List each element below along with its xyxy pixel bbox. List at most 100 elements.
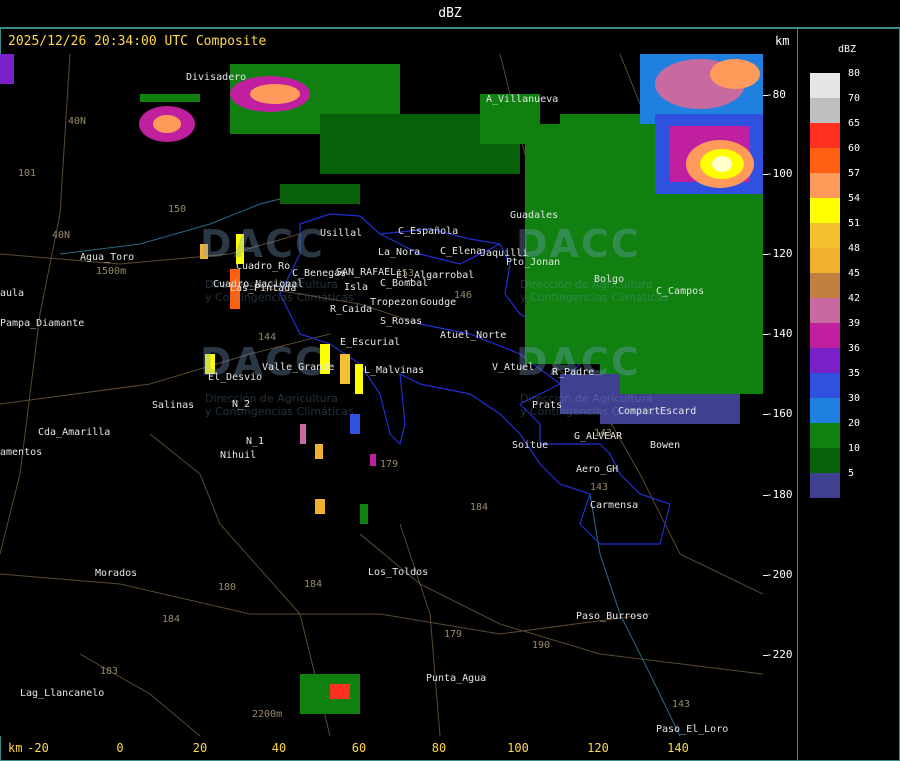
product-title: dBZ [438, 6, 462, 21]
legend-label: 70 [848, 93, 861, 104]
place-label: Divisadero [186, 72, 247, 83]
legend-title: dBZ [838, 44, 857, 55]
place-label: Agua_Toro [80, 252, 135, 263]
place-label: R_Caida [330, 304, 373, 315]
place-label: Valle_Grande [262, 362, 335, 373]
route-number-label: 143 [594, 428, 613, 439]
legend-label: 5 [848, 468, 855, 479]
x-tick-label: 60 [351, 741, 367, 755]
legend-label: 54 [848, 193, 861, 204]
radar-map[interactable]: DACC DACC DACC DACC Dirección de Agricul… [0, 54, 763, 736]
place-label: Las_Pintada [230, 283, 297, 294]
x-tick-label: 0 [116, 741, 124, 755]
x-tick-label: 20 [192, 741, 208, 755]
place-label: amentos [0, 447, 43, 458]
watermark-logo-1: DACC [200, 222, 325, 266]
place-label: Isla [344, 282, 369, 293]
legend-swatch [810, 73, 840, 98]
place-label: Carmensa [590, 500, 639, 511]
place-label: Paso_Burroso [576, 611, 649, 622]
x-tick-label: 100 [507, 741, 529, 755]
route-number-label: 150 [168, 204, 187, 215]
place-label: C_Española [398, 226, 459, 237]
place-label: Cuadro_Ro [236, 261, 291, 272]
place-label: C_Campos [656, 286, 705, 297]
place-label: Usillal [320, 228, 363, 239]
place-label: Salinas [152, 400, 195, 411]
legend-label: 48 [848, 243, 861, 254]
route-number-label: 184 [304, 579, 323, 590]
y-axis-unit: km [775, 34, 790, 48]
elevation-label: 2200m [252, 709, 283, 720]
place-label: CompartEscard [618, 406, 697, 417]
y-tick-label: -120 [766, 247, 793, 260]
route-number-label: 143 [590, 482, 609, 493]
place-label: Los_Toldos [368, 567, 429, 578]
legend-swatch [810, 273, 840, 298]
x-tick-label: 140 [667, 741, 689, 755]
place-label: L_Malvinas [364, 365, 425, 376]
place-label: El_Desvio [208, 372, 263, 383]
legend-swatch [810, 423, 840, 448]
place-label: C_Bombal [380, 278, 429, 289]
place-label: Morados [95, 568, 138, 579]
place-label: Nihuil [220, 450, 257, 461]
legend-swatch [810, 298, 840, 323]
legend-label: 57 [848, 168, 861, 179]
legend-swatch [810, 348, 840, 373]
place-label: Punta_Agua [426, 673, 487, 684]
x-tick-label: -20 [27, 741, 49, 755]
watermark-caption-3: Dirección de Agricultura y Contingencias … [205, 392, 354, 418]
route-number-label: 143 [672, 699, 691, 710]
route-number-label: 146 [454, 290, 473, 301]
route-number-label: 153 [396, 268, 415, 279]
route-number-label: 184 [470, 502, 489, 513]
place-label: Pampa_Diamante [0, 318, 85, 329]
place-label: V_Atuel [492, 362, 535, 373]
route-number-label: 144 [258, 332, 277, 343]
legend-label: 51 [848, 218, 861, 229]
legend-label: 35 [848, 368, 861, 379]
legend-label: 65 [848, 118, 861, 129]
route-number-label: 183 [100, 666, 119, 677]
y-tick-label: -140 [766, 327, 793, 340]
place-label: R_Padre [552, 367, 595, 378]
route-number-label: 40N [52, 230, 71, 241]
legend-swatch [810, 373, 840, 398]
legend-swatch [810, 448, 840, 473]
x-tick-label: 40 [271, 741, 287, 755]
route-number-label: 40N [68, 116, 87, 127]
place-label: C_Elena [440, 246, 483, 257]
legend-label: 10 [848, 443, 861, 454]
place-label: Bolgo [594, 274, 625, 285]
legend-swatch [810, 473, 840, 498]
legend-label: 45 [848, 268, 861, 279]
place-label: Bowen [650, 440, 681, 451]
place-label: aula [0, 288, 25, 299]
route-number-label: 180 [218, 582, 237, 593]
route-number-label: 101 [18, 168, 37, 179]
legend-swatch [810, 223, 840, 248]
x-axis-unit: km [8, 741, 23, 755]
elevation-label: 1500m [96, 266, 127, 277]
y-tick-label: -100 [766, 167, 793, 180]
y-tick-label: -220 [766, 648, 793, 661]
y-tick-label: -80 [766, 88, 786, 101]
place-label: N_2 [232, 399, 251, 410]
place-label: Goudge [420, 297, 457, 308]
route-number-label: 184 [162, 614, 181, 625]
legend-label: 36 [848, 343, 861, 354]
timestamp: 2025/12/26 20:34:00 UTC Composite [8, 34, 267, 49]
title-bar: dBZ [0, 0, 900, 28]
place-label: S_Rosas [380, 316, 423, 327]
legend-swatch [810, 398, 840, 423]
legend-swatch [810, 123, 840, 148]
legend-swatch [810, 148, 840, 173]
y-tick-label: -180 [766, 488, 793, 501]
route-number-label: 190 [532, 640, 551, 651]
legend-swatch [810, 198, 840, 223]
legend-swatch [810, 323, 840, 348]
place-label: La_Nora [378, 247, 421, 258]
place-label: SAN_RAFAEL [336, 267, 397, 278]
route-number-label: 179 [444, 629, 463, 640]
